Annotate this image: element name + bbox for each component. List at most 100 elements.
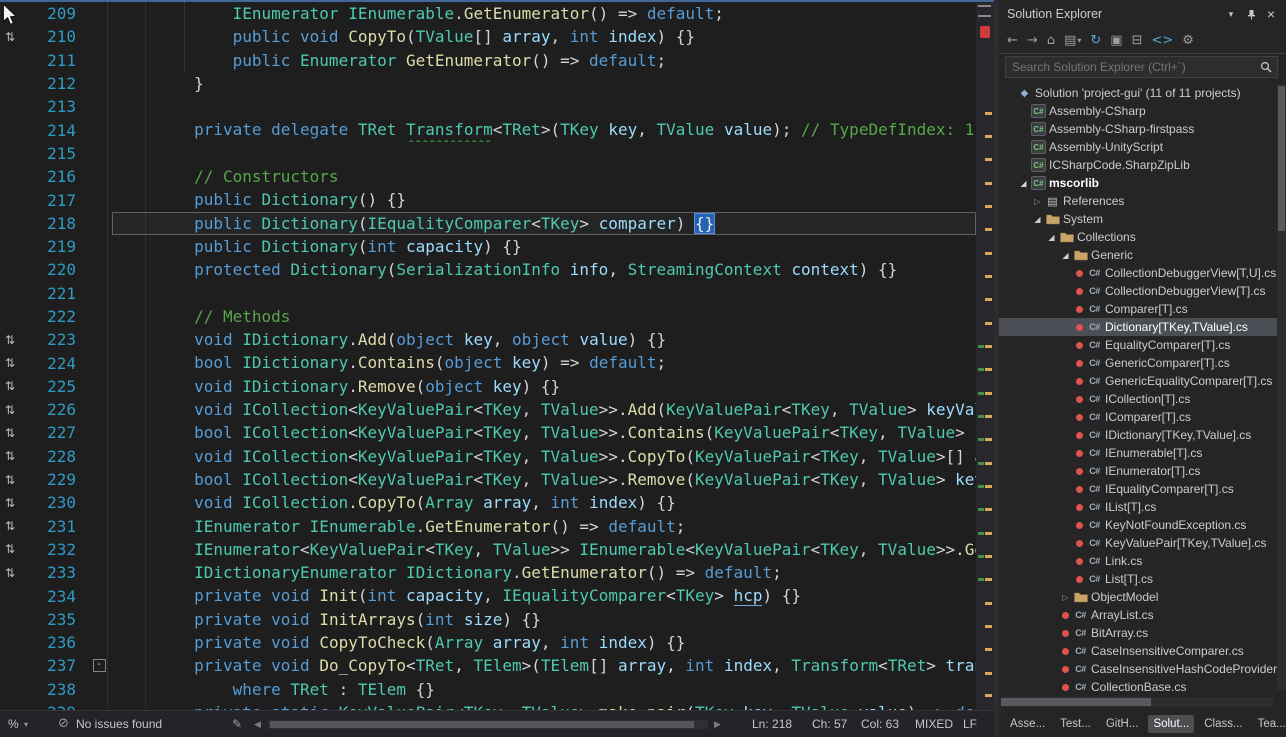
code-line-text[interactable]: void ICollection.CopyTo(Array array, int… xyxy=(112,491,976,514)
pin-icon[interactable] xyxy=(1242,5,1260,23)
code-line-text[interactable]: public void CopyTo(TValue[] array, int i… xyxy=(112,25,976,48)
code-line-text[interactable]: void IDictionary.Remove(object key) {} xyxy=(112,375,976,398)
code-line-text[interactable]: IEnumerator IEnumerable.GetEnumerator() … xyxy=(112,515,976,538)
close-icon[interactable]: × xyxy=(1262,5,1280,23)
tree-item[interactable]: ▷ObjectModel xyxy=(999,588,1277,606)
code-line-text[interactable]: void ICollection<KeyValuePair<TKey, TVal… xyxy=(112,445,976,468)
tree-item[interactable]: C#CollectionDebuggerView[T].cs xyxy=(999,282,1277,300)
code-line-text[interactable]: bool ICollection<KeyValuePair<TKey, TVal… xyxy=(112,468,976,491)
panel-tab[interactable]: Asse... xyxy=(1005,715,1050,733)
back-icon[interactable]: ← xyxy=(1007,33,1018,48)
sync-with-active-document-icon[interactable]: ↻ xyxy=(1090,33,1101,48)
expander-expanded-icon[interactable]: ◢ xyxy=(1062,251,1068,260)
expander-expanded-icon[interactable]: ◢ xyxy=(1020,179,1026,188)
code-line-text[interactable]: void ICollection<KeyValuePair<TKey, TVal… xyxy=(112,398,976,421)
implementation-link-icon[interactable]: ⇅ xyxy=(0,379,20,393)
tree-item[interactable]: C#Link.cs xyxy=(999,552,1277,570)
forward-icon[interactable]: → xyxy=(1027,33,1038,48)
implementation-link-icon[interactable]: ⇅ xyxy=(0,426,20,440)
switch-views-icon[interactable]: ▤▾ xyxy=(1064,33,1081,48)
code-line-text[interactable]: IEnumerator<KeyValuePair<TKey, TValue>> … xyxy=(112,538,976,561)
tree-item[interactable]: C#ICSharpCode.SharpZipLib xyxy=(999,156,1277,174)
implementation-link-icon[interactable]: ⇅ xyxy=(0,519,20,533)
editor-scrollbar[interactable] xyxy=(976,0,994,710)
tree-item[interactable]: C#IEnumerator[T].cs xyxy=(999,462,1277,480)
tree-item[interactable]: ◢Generic xyxy=(999,246,1277,264)
tree-item[interactable]: C#Assembly-CSharp-firstpass xyxy=(999,120,1277,138)
issues-status[interactable]: No issues found xyxy=(76,717,162,731)
tree-item[interactable]: C#KeyValuePair[TKey,TValue].cs xyxy=(999,534,1277,552)
line-indicator[interactable]: Ln: 218 xyxy=(752,717,792,731)
tree-item[interactable]: ◢Collections xyxy=(999,228,1277,246)
code-line-text[interactable]: where TRet : TElem {} xyxy=(112,678,976,701)
panel-tab[interactable]: Tea... xyxy=(1253,715,1286,733)
tree-item[interactable]: C#Assembly-UnityScript xyxy=(999,138,1277,156)
panel-tab[interactable]: GitH... xyxy=(1101,715,1144,733)
tree-hscrollbar-thumb[interactable] xyxy=(1001,698,1151,706)
code-line-text[interactable]: private void CopyToCheck(Array array, in… xyxy=(112,631,976,654)
code-line-text[interactable]: private static KeyValuePair<TKey, TValue… xyxy=(112,701,976,710)
tree-item[interactable]: C#KeyNotFoundException.cs xyxy=(999,516,1277,534)
expander-collapsed-icon[interactable]: ▷ xyxy=(1062,593,1068,602)
code-line-text[interactable]: private void Do_CopyTo<TRet, TElem>(TEle… xyxy=(112,654,976,677)
implementation-link-icon[interactable]: ⇅ xyxy=(0,403,20,417)
code-line-text[interactable]: bool IDictionary.Contains(object key) =>… xyxy=(112,351,976,374)
panel-tab[interactable]: Test... xyxy=(1055,715,1096,733)
home-icon[interactable]: ⌂ xyxy=(1047,33,1055,48)
preview-selected-items-icon[interactable]: ▣ xyxy=(1110,33,1122,48)
tree-item[interactable]: C#IEnumerable[T].cs xyxy=(999,444,1277,462)
tree-item[interactable]: C#Assembly-CSharp xyxy=(999,102,1277,120)
implementation-link-icon[interactable]: ⇅ xyxy=(0,473,20,487)
properties-icon[interactable]: ⚙ xyxy=(1182,33,1194,48)
code-line-text[interactable]: public Dictionary() {} xyxy=(112,188,976,211)
horizontal-scrollbar-track[interactable] xyxy=(268,720,708,729)
tree-item[interactable]: C#CollectionBase.cs xyxy=(999,678,1277,696)
tree-item[interactable]: C#IEqualityComparer[T].cs xyxy=(999,480,1277,498)
tree-item[interactable]: ◢C#mscorlib xyxy=(999,174,1277,192)
tree-vertical-scrollbar[interactable] xyxy=(1277,84,1286,690)
tree-item[interactable]: C#GenericComparer[T].cs xyxy=(999,354,1277,372)
line-ending-indicator[interactable]: LF xyxy=(963,717,977,731)
code-line-text[interactable]: protected Dictionary(SerializationInfo i… xyxy=(112,258,976,281)
panel-tab[interactable]: Solut... xyxy=(1148,715,1194,733)
fold-collapse-box[interactable]: - xyxy=(93,659,106,672)
code-line-text[interactable]: private void Init(int capacity, IEqualit… xyxy=(112,584,976,607)
tree-item[interactable]: C#CollectionDebuggerView[T,U].cs xyxy=(999,264,1277,282)
code-line-text[interactable]: public Dictionary(int capacity) {} xyxy=(112,235,976,258)
zoom-control[interactable]: % xyxy=(8,717,19,731)
search-input[interactable] xyxy=(1006,59,1255,75)
code-line-text[interactable]: bool ICollection<KeyValuePair<TKey, TVal… xyxy=(112,421,976,444)
window-menu-icon[interactable]: ▾ xyxy=(1222,5,1240,23)
code-line-text[interactable]: } xyxy=(112,72,976,95)
expander-expanded-icon[interactable]: ◢ xyxy=(1048,233,1054,242)
code-line-text[interactable]: IDictionaryEnumerator IDictionary.GetEnu… xyxy=(112,561,976,584)
char-indicator[interactable]: Ch: 57 xyxy=(812,717,847,731)
tree-item[interactable]: C#Comparer[T].cs xyxy=(999,300,1277,318)
tree-item[interactable]: C#IList[T].cs xyxy=(999,498,1277,516)
implementation-link-icon[interactable]: ⇅ xyxy=(0,356,20,370)
hscroll-right-arrow-icon[interactable]: ▶ xyxy=(714,719,721,730)
tree-vscrollbar-thumb[interactable] xyxy=(1278,86,1285,231)
tree-item[interactable]: ▷▤References xyxy=(999,192,1277,210)
code-line-text[interactable]: private void InitArrays(int size) {} xyxy=(112,608,976,631)
split-editor-grip-icon[interactable] xyxy=(978,5,991,17)
collapse-all-icon[interactable]: ⊟ xyxy=(1132,33,1143,48)
panel-tab[interactable]: Class... xyxy=(1199,715,1247,733)
code-line-text[interactable]: // Methods xyxy=(112,305,976,328)
code-line-text[interactable]: IEnumerator IEnumerable.GetEnumerator() … xyxy=(112,2,976,25)
tree-item[interactable]: C#List[T].cs xyxy=(999,570,1277,588)
implementation-link-icon[interactable]: ⇅ xyxy=(0,449,20,463)
tree-item[interactable]: C#IDictionary[TKey,TValue].cs xyxy=(999,426,1277,444)
pen-edit-icon[interactable]: ✎ xyxy=(232,717,242,731)
search-icon[interactable] xyxy=(1255,61,1277,73)
implementation-link-icon[interactable]: ⇅ xyxy=(0,496,20,510)
column-indicator[interactable]: Col: 63 xyxy=(861,717,899,731)
indentation-indicator[interactable]: MIXED xyxy=(915,717,953,731)
expander-collapsed-icon[interactable]: ▷ xyxy=(1034,197,1040,206)
tree-item[interactable]: C#ICollection[T].cs xyxy=(999,390,1277,408)
tree-item[interactable]: C#IComparer[T].cs xyxy=(999,408,1277,426)
code-line-text[interactable]: public Dictionary(IEqualityComparer<TKey… xyxy=(112,212,976,235)
view-code-icon[interactable]: <> xyxy=(1152,33,1174,48)
tree-item[interactable]: ◆Solution 'project-gui' (11 of 11 projec… xyxy=(999,84,1277,102)
implementation-link-icon[interactable]: ⇅ xyxy=(0,566,20,580)
